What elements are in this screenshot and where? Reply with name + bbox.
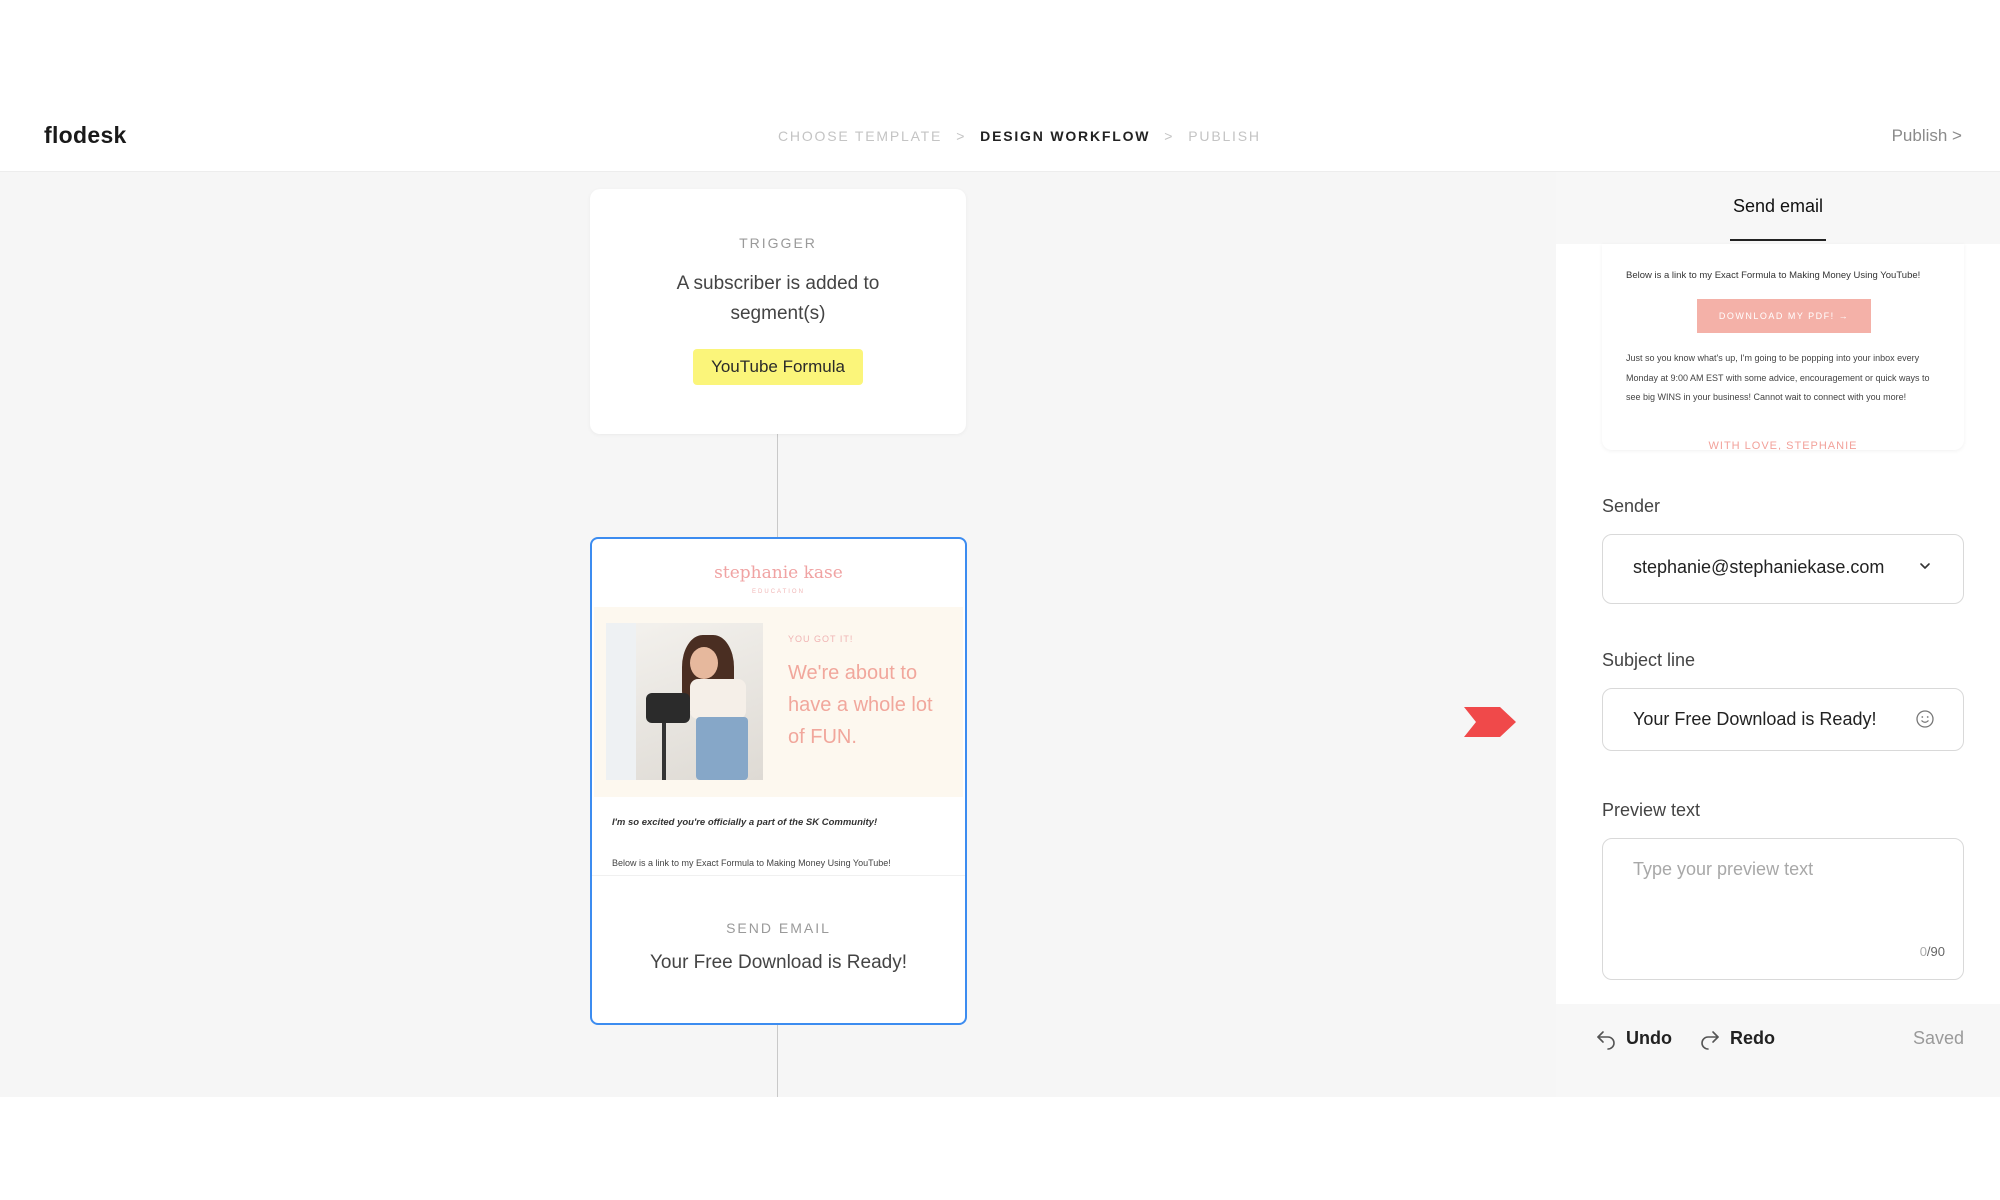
undo-label: Undo (1626, 1027, 1672, 1048)
undo-icon (1597, 1031, 1615, 1050)
tab-send-email[interactable]: Send email (1556, 172, 2000, 244)
logo[interactable]: flodesk (44, 122, 127, 149)
email-intro-line: I'm so excited you're officially a part … (612, 817, 878, 828)
trigger-card[interactable]: TRIGGER A subscriber is added to segment… (590, 189, 966, 434)
redo-icon (1701, 1031, 1719, 1050)
preview-text-input[interactable]: Type your preview text 0/90 (1602, 838, 1964, 980)
divider (592, 875, 965, 876)
breadcrumb-separator: > (956, 128, 967, 144)
settings-panel: Send email Below is a link to my Exact F… (1556, 172, 2000, 1097)
preview-line: Below is a link to my Exact Formula to M… (1626, 270, 1921, 281)
connector-line (777, 434, 778, 537)
email-header: stephanie kase EDUCATION (592, 539, 965, 607)
email-subject: Your Free Download is Ready! (650, 952, 907, 973)
send-email-label: SEND EMAIL (726, 920, 831, 936)
trigger-description: A subscriber is added to segment(s) (676, 273, 880, 324)
subject-value: Your Free Download is Ready! (1633, 709, 1877, 729)
breadcrumb-step-design-workflow[interactable]: DESIGN WORKFLOW (980, 128, 1150, 144)
preview-paragraph: Just so you know what's up, I'm going to… (1626, 353, 1930, 402)
pointer-arrow-icon (1464, 707, 1516, 737)
brand-logo: stephanie kase (714, 563, 843, 583)
workflow-canvas: TRIGGER A subscriber is added to segment… (0, 172, 1556, 1097)
preview-text-label: Preview text (1602, 800, 1701, 820)
breadcrumb: CHOOSE TEMPLATE > DESIGN WORKFLOW > PUBLISH (778, 128, 1261, 144)
hero-kicker: YOU GOT IT! (788, 634, 854, 644)
undo-button[interactable]: Undo (1594, 1026, 1672, 1050)
chevron-down-icon[interactable] (1915, 556, 1935, 576)
segment-tag[interactable]: YouTube Formula (693, 349, 863, 385)
breadcrumb-separator: > (1164, 128, 1175, 144)
email-preview[interactable]: Below is a link to my Exact Formula to M… (1602, 244, 1964, 450)
preview-text-placeholder: Type your preview text (1633, 859, 1814, 879)
email-hero: YOU GOT IT! We're about to have a whole … (594, 607, 963, 797)
breadcrumb-step-choose-template[interactable]: CHOOSE TEMPLATE (778, 128, 942, 144)
sender-label: Sender (1602, 496, 1661, 516)
download-pdf-button: DOWNLOAD MY PDF! → (1697, 299, 1871, 333)
hero-title: We're about to have a whole lot of FUN. (788, 662, 933, 748)
send-email-card[interactable]: stephanie kase EDUCATION YOU GOT IT! We'… (590, 537, 967, 1025)
subject-label: Subject line (1602, 650, 1696, 670)
publish-link[interactable]: Publish > (1892, 126, 1962, 146)
brand-subtitle: EDUCATION (752, 589, 805, 595)
panel-footer: Undo Redo Saved (1556, 1004, 2000, 1097)
tab-label: Send email (1730, 196, 1826, 241)
email-body-line: Below is a link to my Exact Formula to M… (612, 858, 891, 868)
emoji-icon[interactable] (1915, 709, 1935, 729)
trigger-label: TRIGGER (739, 235, 817, 251)
character-counter: 0/90 (1919, 944, 1945, 959)
panel-body: Below is a link to my Exact Formula to M… (1556, 244, 2000, 1004)
hero-photo (606, 623, 763, 780)
top-bar: flodesk CHOOSE TEMPLATE > DESIGN WORKFLOW >… (0, 100, 2000, 172)
preview-signoff: WITH LOVE, STEPHANIE (1708, 440, 1858, 450)
redo-label: Redo (1730, 1027, 1775, 1048)
sender-select[interactable]: stephanie@stephaniekase.com (1602, 534, 1964, 604)
save-status: Saved (1912, 1028, 1964, 1048)
connector-line (777, 1025, 778, 1097)
sender-value: stephanie@stephaniekase.com (1633, 557, 1885, 577)
redo-button[interactable]: Redo (1698, 1026, 1775, 1050)
breadcrumb-step-publish[interactable]: PUBLISH (1188, 128, 1261, 144)
subject-input[interactable]: Your Free Download is Ready! (1602, 688, 1964, 751)
